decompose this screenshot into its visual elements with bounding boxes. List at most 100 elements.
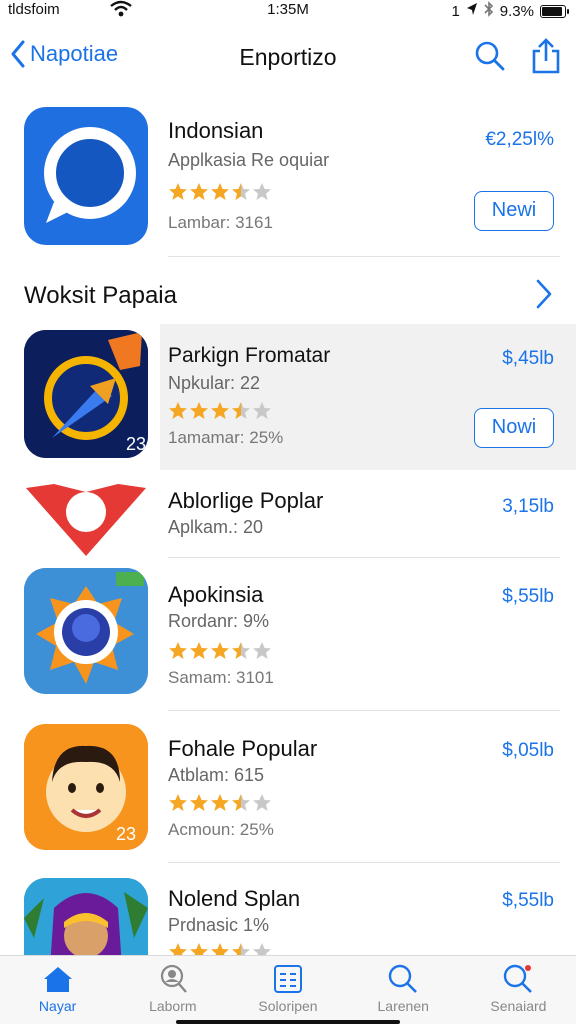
status-bar: tldsfoim 1:35M 1 9.3% [0,0,576,22]
get-button[interactable]: Nowi [474,408,554,448]
star-icon [211,183,229,200]
star-icon [253,183,271,200]
app-price: $,55lb [502,586,554,607]
list-item[interactable]: Ablorlige Poplar Aplkam.: 20 3,15lb [0,474,576,560]
app-name: Parkign Fromatar [168,344,331,367]
star-icon [253,794,271,811]
star-icon [211,642,229,659]
app-price: $,05lb [502,740,554,761]
app-subtitle: Npkular: 22 [168,373,261,393]
location-icon [466,2,478,20]
signal-label: 1 [451,2,460,20]
app-name: Ablorlige Poplar [168,488,324,513]
list-icon [274,965,302,993]
battery-percent: 9.3% [499,2,534,20]
star-icon [169,642,187,659]
list-item[interactable]: 23 Fohale Popular Atblam: 615 Acmoun: 25… [0,718,576,858]
star-icon [169,183,187,200]
tab-label: Senaiard [490,998,547,1014]
profile-search-icon [160,964,187,993]
app-meta: 1amamar: 25% [168,428,284,447]
share-icon [532,38,560,74]
star-icon [190,794,208,811]
star-icon [190,402,208,419]
star-icon [253,402,271,419]
status-right: 1 9.3% [451,1,569,21]
star-icon [232,943,250,955]
battery-icon [540,4,569,18]
tab-label: Laborm [149,998,197,1014]
rating-stars [168,182,272,202]
search-icon [389,964,418,993]
app-meta: Samam: 3101 [168,668,274,687]
app-subtitle: Atblam: 615 [168,765,265,785]
tab-larenen[interactable]: Larenen [346,956,461,1024]
divider [168,710,560,711]
star-icon [232,794,250,811]
app-price: €2,25l% [485,129,554,150]
app-subtitle: Aplkam.: 20 [168,517,264,537]
star-icon [169,402,187,419]
chevron-right-icon [536,279,552,309]
star-icon [190,642,208,659]
tab-label: Nayar [38,998,77,1014]
tab-nayar[interactable]: Nayar [0,956,115,1024]
star-icon [169,794,187,811]
home-icon [43,967,72,992]
list-item[interactable]: 23 Parkign Fromatar Npkular: 22 1amamar:… [0,324,576,470]
app-subtitle: Prdnasic 1% [168,915,270,935]
rating-stars [168,793,272,813]
rating-stars [168,641,272,661]
badge-text: 23 [116,824,136,844]
star-icon [190,943,208,955]
app-name: Nolend Splan [168,886,301,911]
star-icon [211,943,229,955]
app-subtitle: Rordanr: 9% [168,611,270,631]
list-item[interactable]: Nolend Splan Prdnasic 1% $,55lb [0,872,576,955]
rating-stars [168,401,272,421]
tab-laborm[interactable]: Laborm [115,956,230,1024]
star-icon [169,943,187,955]
search-button[interactable] [474,40,506,77]
tab-soloripen[interactable]: Soloripen [230,956,345,1024]
navigation-bar: Napotiae Enportizo [0,32,576,88]
divider [168,256,560,257]
search-icon [475,41,505,71]
star-icon [232,402,250,419]
app-meta: Acmoun: 25% [168,820,274,839]
tab-label: Larenen [377,998,429,1014]
app-icon-avatar: 23 [24,724,148,850]
star-icon [253,642,271,659]
tab-senaiard[interactable]: Senaiard [461,956,576,1024]
app-icon-heart-shield [24,478,148,558]
app-name: Fohale Popular [168,736,318,761]
app-icon-chat [24,107,148,245]
rating-stars [168,942,272,955]
home-indicator [176,1020,400,1024]
app-icon-navigation: 23 [24,330,148,458]
section-header[interactable]: Woksit Papaia [0,270,576,320]
divider [168,862,560,863]
featured-app[interactable]: Indonsian Applkasia Re oquiar Lambar: 31… [0,105,576,255]
app-icon-portrait [24,878,148,955]
app-subtitle: Applkasia Re oquiar [168,150,330,170]
app-price: $,55lb [502,890,554,911]
app-price: 3,15lb [502,496,554,517]
see-all-button[interactable] [534,278,554,315]
star-icon [211,402,229,419]
app-price: $,45lb [502,348,554,369]
get-button[interactable]: Newi [474,191,554,231]
star-icon [190,183,208,200]
badge-text: 23 [126,434,146,454]
star-icon [232,183,250,200]
bluetooth-icon [484,1,494,21]
star-icon [211,794,229,811]
divider [168,557,560,558]
app-icon-camera [24,568,148,694]
share-button[interactable] [530,38,562,79]
section-title: Woksit Papaia [24,282,177,309]
app-name: Apokinsia [168,582,264,607]
search-badge-icon [504,964,533,993]
list-item[interactable]: Apokinsia Rordanr: 9% Samam: 3101 $,55lb [0,564,576,704]
app-name: Indonsian [168,118,264,143]
